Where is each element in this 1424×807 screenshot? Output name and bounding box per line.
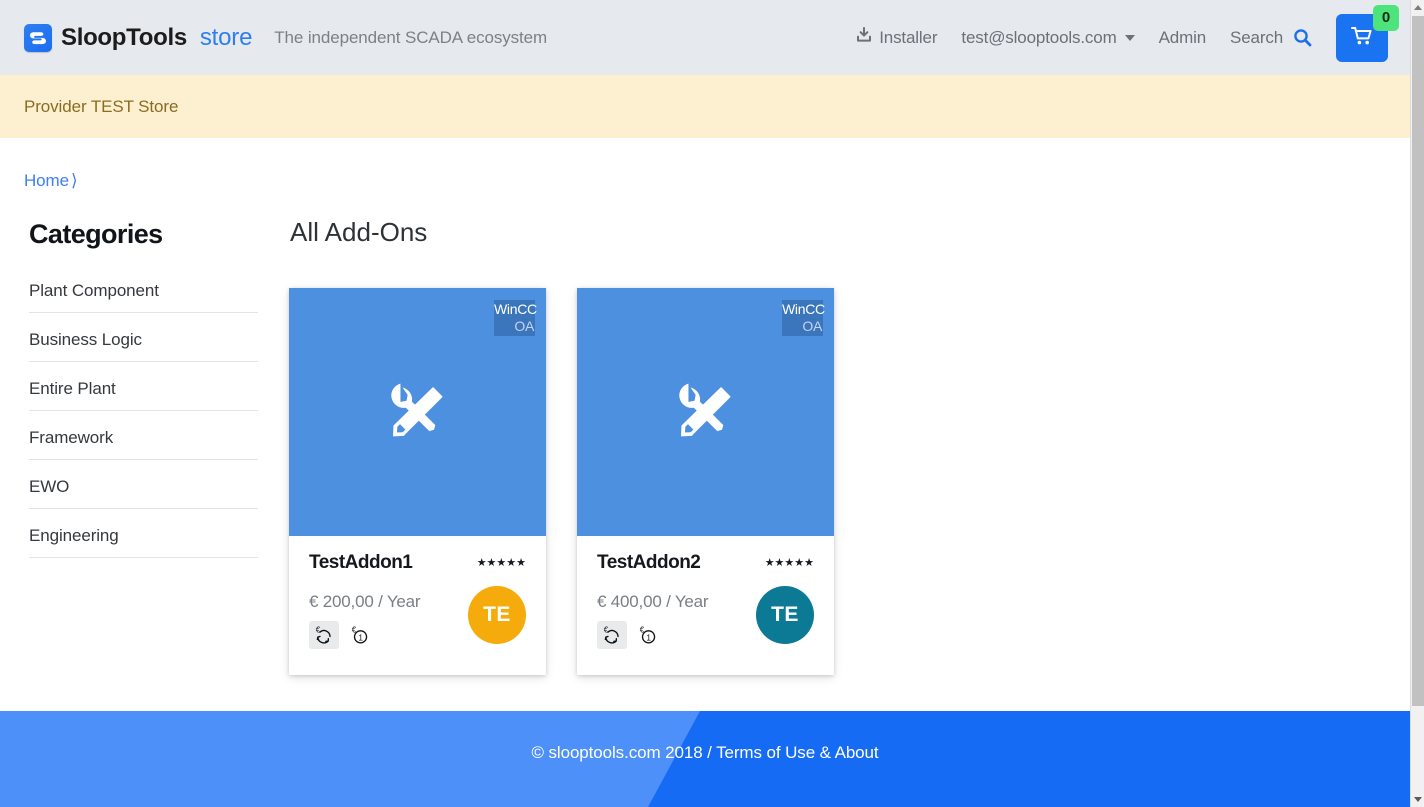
nav-admin-link[interactable]: Admin	[1147, 28, 1218, 48]
addon-card-body: TestAddon2 ★★★★★ € 400,00 / Year € 1 € T…	[577, 536, 834, 675]
addon-card-body: TestAddon1 ★★★★★ € 200,00 / Year € 1 € T…	[289, 536, 546, 675]
site-header: SloopTools store The independent SCADA e…	[0, 0, 1410, 75]
recurring-subscription-icon[interactable]: €	[597, 621, 627, 649]
download-install-icon	[855, 26, 873, 49]
platform-badge-line1: WinCC	[494, 301, 537, 317]
breadcrumb-separator-icon: ⟩	[70, 171, 78, 190]
svg-text:€: €	[352, 625, 357, 634]
addon-price: € 400,00 / Year	[597, 592, 709, 611]
page-root: SloopTools store The independent SCADA e…	[0, 0, 1424, 807]
addon-card-header: TestAddon1 ★★★★★	[309, 552, 526, 574]
addon-pricing-block: € 400,00 / Year € 1 €	[597, 592, 709, 649]
categories-sidebar: Categories Plant Component Business Logi…	[24, 217, 258, 574]
vendor-avatar[interactable]: TE	[468, 586, 526, 644]
nav-admin-label: Admin	[1158, 27, 1207, 47]
svg-text:€: €	[316, 625, 321, 634]
brand-suffix: store	[199, 23, 253, 51]
vendor-avatar[interactable]: TE	[756, 586, 814, 644]
categories-title: Categories	[29, 219, 163, 249]
scroll-down-arrow-icon[interactable]	[1411, 792, 1424, 807]
sidebar-item-business-logic[interactable]: Business Logic	[29, 313, 258, 362]
addon-card-header: TestAddon2 ★★★★★	[597, 552, 814, 574]
nav-search-link[interactable]: Search	[1218, 28, 1324, 48]
breadcrumb-item-home[interactable]: Home	[24, 171, 69, 190]
addon-card[interactable]: WinCC OA TestAddon2 ★★★★★ € 400,00 / Yea…	[577, 288, 834, 675]
one-time-purchase-icon[interactable]: 1 €	[345, 621, 375, 649]
sidebar-item-engineering[interactable]: Engineering	[29, 509, 258, 558]
brand-name: SloopTools	[61, 23, 187, 51]
rating-stars: ★★★★★	[476, 556, 526, 569]
addon-card-image: WinCC OA	[289, 288, 546, 536]
nav-account-label: test@slooptools.com	[961, 27, 1117, 47]
sidebar-item-plant-component[interactable]: Plant Component	[29, 280, 258, 313]
sidebar-item-entire-plant[interactable]: Entire Plant	[29, 362, 258, 411]
cart-count-badge: 0	[1373, 4, 1399, 31]
addon-card-image: WinCC OA	[577, 288, 834, 536]
addon-title: TestAddon2	[597, 552, 701, 573]
addon-card-footer: € 200,00 / Year € 1 € TE	[309, 586, 526, 649]
search-icon	[1293, 28, 1312, 47]
page-content: Home ⟩ Categories Plant Component Busines…	[0, 138, 1410, 675]
addon-card-footer: € 400,00 / Year € 1 € TE	[597, 586, 814, 649]
footer-copyright: © slooptools.com 2018 / Terms of Use & A…	[531, 743, 879, 762]
platform-badge-wincc-oa: WinCC OA	[782, 300, 825, 336]
svg-text:€: €	[640, 625, 645, 634]
addons-main: All Add-Ons WinCC OA TestAddon1 ★★★★★ € …	[258, 217, 1386, 675]
scrollbar-thumb[interactable]	[1412, 16, 1424, 706]
addon-card-grid: WinCC OA TestAddon1 ★★★★★ € 200,00 / Yea…	[289, 288, 1386, 675]
site-tagline: The independent SCADA ecosystem	[274, 27, 548, 47]
platform-badge-line2: OA	[802, 318, 822, 334]
license-type-icons: € 1 €	[597, 621, 708, 649]
sloop-logo-icon	[24, 23, 52, 52]
vendor-avatar-initials: TE	[483, 603, 511, 626]
license-type-icons: € 1 €	[309, 621, 420, 649]
recurring-subscription-icon[interactable]: €	[309, 621, 339, 649]
nav-account-dropdown[interactable]: test@slooptools.com	[949, 28, 1146, 48]
one-time-purchase-icon[interactable]: 1 €	[633, 621, 663, 649]
platform-badge-wincc-oa: WinCC OA	[494, 300, 537, 336]
nav-installer-label: Installer	[879, 27, 938, 47]
cart-button[interactable]: 0	[1336, 4, 1399, 62]
tools-wrench-screwdriver-icon	[382, 374, 454, 451]
svg-text:€: €	[604, 625, 609, 634]
scroll-up-arrow-icon[interactable]	[1411, 0, 1424, 15]
page-title: All Add-Ons	[290, 217, 428, 247]
brand-logo-link[interactable]: SloopTools store	[24, 23, 253, 52]
addon-pricing-block: € 200,00 / Year € 1 €	[309, 592, 421, 649]
header-nav: Installer test@slooptools.com Admin Sear…	[843, 4, 1410, 62]
tools-wrench-screwdriver-icon	[670, 374, 742, 451]
nav-installer-link[interactable]: Installer	[843, 26, 949, 49]
platform-badge-line1: WinCC	[782, 301, 825, 317]
sidebar-item-ewo[interactable]: EWO	[29, 460, 258, 509]
sidebar-item-framework[interactable]: Framework	[29, 411, 258, 460]
svg-text:1: 1	[646, 633, 651, 642]
addon-card[interactable]: WinCC OA TestAddon1 ★★★★★ € 200,00 / Yea…	[289, 288, 546, 675]
chevron-down-icon	[1124, 34, 1135, 41]
breadcrumb: Home ⟩	[24, 138, 1386, 191]
provider-store-banner: Provider TEST Store	[0, 75, 1410, 138]
platform-badge-line2: OA	[514, 318, 534, 334]
page-viewport: SloopTools store The independent SCADA e…	[0, 0, 1410, 807]
site-footer: © slooptools.com 2018 / Terms of Use & A…	[0, 711, 1410, 807]
shopping-cart-icon	[1350, 25, 1374, 50]
provider-store-label: Provider TEST Store	[24, 96, 179, 116]
rating-stars: ★★★★★	[764, 556, 814, 569]
page-scrollbar[interactable]	[1410, 0, 1424, 807]
svg-text:1: 1	[358, 633, 363, 642]
content-columns: Categories Plant Component Business Logi…	[24, 217, 1386, 675]
categories-list: Plant Component Business Logic Entire Pl…	[24, 280, 258, 558]
vendor-avatar-initials: TE	[771, 603, 799, 626]
nav-search-label: Search	[1230, 27, 1283, 47]
addon-title: TestAddon1	[309, 552, 413, 573]
addon-price: € 200,00 / Year	[309, 592, 421, 611]
